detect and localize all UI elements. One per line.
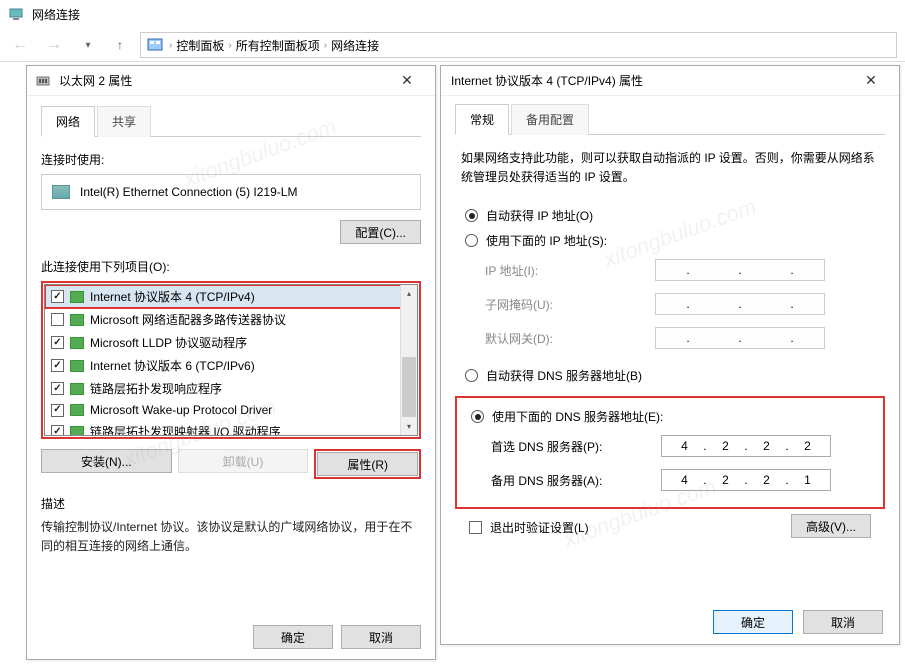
tab-alternate[interactable]: 备用配置 (511, 104, 589, 135)
subnet-mask-input: ... (655, 293, 825, 315)
ok-button[interactable]: 确定 (713, 610, 793, 634)
tab-general[interactable]: 常规 (455, 104, 509, 135)
ip-address-label: IP 地址(I): (485, 262, 645, 279)
explorer-header: 网络连接 ← → ▾ ↑ › 控制面板 › 所有控制面板项 › 网络连接 (0, 0, 905, 62)
list-item[interactable]: Microsoft 网络适配器多路传送器协议 (45, 308, 417, 331)
protocol-icon (70, 337, 84, 349)
preferred-dns-input[interactable]: 4. 2. 2. 2 (661, 435, 831, 457)
configure-button[interactable]: 配置(C)... (340, 220, 421, 244)
list-item-label: Microsoft 网络适配器多路传送器协议 (90, 311, 286, 328)
chevron-right-icon: › (228, 40, 231, 51)
scroll-up-icon[interactable]: ▴ (401, 285, 417, 302)
close-button[interactable]: ✕ (387, 67, 427, 95)
ip-address-input: ... (655, 259, 825, 281)
checkbox-icon[interactable] (51, 382, 64, 395)
network-connections-icon (8, 6, 24, 22)
list-item-label: 链路层拓扑发现映射器 I/O 驱动程序 (90, 423, 281, 435)
subnet-mask-label: 子网掩码(U): (485, 296, 645, 313)
nav-forward-icon[interactable]: → (42, 33, 66, 57)
scroll-thumb[interactable] (402, 357, 416, 417)
nav-up-icon[interactable]: ↑ (110, 35, 130, 55)
protocol-icon (70, 383, 84, 395)
ipv4-properties-dialog: Internet 协议版本 4 (TCP/IPv4) 属性 ✕ 常规 备用配置 … (440, 65, 900, 645)
protocol-icon (70, 360, 84, 372)
protocol-icon (70, 404, 84, 416)
tab-sharing[interactable]: 共享 (97, 106, 151, 137)
list-item[interactable]: Internet 协议版本 4 (TCP/IPv4) (45, 285, 417, 308)
ok-button[interactable]: 确定 (253, 625, 333, 649)
list-item-label: Microsoft LLDP 协议驱动程序 (90, 334, 247, 351)
checkbox-icon (469, 521, 482, 534)
list-item[interactable]: Microsoft Wake-up Protocol Driver (45, 400, 417, 420)
gateway-label: 默认网关(D): (485, 330, 645, 347)
uninstall-button: 卸载(U) (178, 449, 309, 473)
scrollbar[interactable]: ▴ ▾ (400, 285, 417, 435)
radio-dns-manual[interactable]: 使用下面的 DNS 服务器地址(E): (461, 404, 879, 429)
list-item[interactable]: 链路层拓扑发现映射器 I/O 驱动程序 (45, 420, 417, 435)
radio-ip-auto[interactable]: 自动获得 IP 地址(O) (455, 203, 885, 228)
alternate-dns-input[interactable]: 4. 2. 2. 1 (661, 469, 831, 491)
checkbox-icon[interactable] (51, 359, 64, 372)
tab-network[interactable]: 网络 (41, 106, 95, 137)
protocol-icon (70, 291, 84, 303)
list-item[interactable]: 链路层拓扑发现响应程序 (45, 377, 417, 400)
description-text: 传输控制协议/Internet 协议。该协议是默认的广域网络协议，用于在不同的相… (41, 518, 421, 556)
list-label: 此连接使用下列项目(O): (41, 258, 421, 275)
cancel-button[interactable]: 取消 (803, 610, 883, 634)
radio-ip-manual[interactable]: 使用下面的 IP 地址(S): (455, 228, 885, 253)
install-button[interactable]: 安装(N)... (41, 449, 172, 473)
protocol-icon (70, 314, 84, 326)
titlebar[interactable]: Internet 协议版本 4 (TCP/IPv4) 属性 ✕ (441, 66, 899, 96)
list-item-label: Internet 协议版本 4 (TCP/IPv4) (90, 288, 255, 305)
nav-dropdown-icon[interactable]: ▾ (76, 33, 100, 57)
chevron-right-icon: › (324, 40, 327, 51)
nav-back-icon[interactable]: ← (8, 33, 32, 57)
radio-icon (465, 369, 478, 382)
list-item-label: Internet 协议版本 6 (TCP/IPv6) (90, 357, 255, 374)
intro-text: 如果网络支持此功能，则可以获取自动指派的 IP 设置。否则，你需要从网络系统管理… (455, 149, 885, 187)
dialog-title: 以太网 2 属性 (59, 72, 132, 89)
radio-dns-auto[interactable]: 自动获得 DNS 服务器地址(B) (455, 363, 885, 388)
dns-section-highlight: 使用下面的 DNS 服务器地址(E): 首选 DNS 服务器(P): 4. 2.… (455, 396, 885, 509)
address-bar[interactable]: › 控制面板 › 所有控制面板项 › 网络连接 (140, 32, 897, 58)
close-button[interactable]: ✕ (851, 67, 891, 95)
list-item[interactable]: Microsoft LLDP 协议驱动程序 (45, 331, 417, 354)
protocol-icon (70, 426, 84, 436)
breadcrumb-item[interactable]: 网络连接 (331, 37, 379, 54)
adapter-name: Intel(R) Ethernet Connection (5) I219-LM (80, 185, 297, 199)
dialog-title: Internet 协议版本 4 (TCP/IPv4) 属性 (451, 72, 643, 89)
cancel-button[interactable]: 取消 (341, 625, 421, 649)
checkbox-icon[interactable] (51, 336, 64, 349)
chevron-right-icon: › (169, 40, 172, 51)
adapter-box: Intel(R) Ethernet Connection (5) I219-LM (41, 174, 421, 210)
radio-icon (465, 209, 478, 222)
titlebar[interactable]: 以太网 2 属性 ✕ (27, 66, 435, 96)
checkbox-icon[interactable] (51, 404, 64, 417)
adapter-icon (52, 185, 70, 199)
ethernet-icon (35, 73, 51, 89)
window-title: 网络连接 (32, 6, 80, 23)
connect-using-label: 连接时使用: (41, 151, 421, 168)
alternate-dns-label: 备用 DNS 服务器(A): (491, 472, 651, 489)
gateway-input: ... (655, 327, 825, 349)
scroll-down-icon[interactable]: ▾ (401, 418, 417, 435)
properties-button[interactable]: 属性(R) (317, 452, 418, 476)
list-item-label: 链路层拓扑发现响应程序 (90, 380, 222, 397)
ethernet-properties-dialog: 以太网 2 属性 ✕ 网络 共享 连接时使用: Intel(R) Etherne… (26, 65, 436, 660)
preferred-dns-label: 首选 DNS 服务器(P): (491, 438, 651, 455)
control-panel-icon (147, 37, 163, 53)
checkbox-icon[interactable] (51, 313, 64, 326)
breadcrumb-item[interactable]: 控制面板 (176, 37, 224, 54)
checkbox-icon[interactable] (51, 425, 64, 435)
radio-icon (465, 234, 478, 247)
advanced-button[interactable]: 高级(V)... (791, 514, 871, 538)
checkbox-icon[interactable] (51, 290, 64, 303)
radio-icon (471, 410, 484, 423)
list-item[interactable]: Internet 协议版本 6 (TCP/IPv6) (45, 354, 417, 377)
list-item-label: Microsoft Wake-up Protocol Driver (90, 403, 272, 417)
breadcrumb-item[interactable]: 所有控制面板项 (236, 37, 320, 54)
protocol-list[interactable]: Internet 协议版本 4 (TCP/IPv4) Microsoft 网络适配… (44, 284, 418, 436)
description-label: 描述 (41, 495, 421, 512)
